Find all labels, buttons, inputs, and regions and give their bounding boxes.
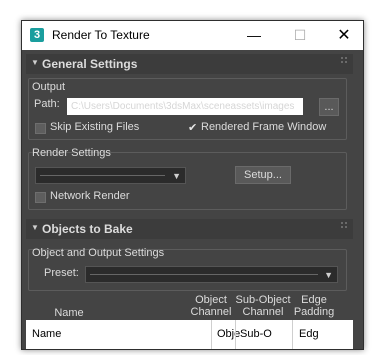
path-input[interactable]: C:\Users\Documents\3dsMax\sceneassets\im… (67, 98, 303, 115)
column-divider (292, 320, 293, 349)
objects-to-bake-rollout-header[interactable]: ▼ Objects to Bake (26, 219, 353, 239)
dropdown-empty-value (90, 274, 318, 275)
render-settings-group-label: Render Settings (32, 147, 111, 159)
dropdown-arrow-icon: ▼ (172, 171, 181, 181)
render-preset-dropdown[interactable]: ▼ (35, 167, 186, 184)
column-header-object-channel[interactable]: Object Channel (188, 294, 234, 318)
column-header-object-channel-line2: Channel (190, 306, 232, 318)
app-3dsmax-icon: 3 (30, 28, 44, 42)
column-header-edge-padding-line1: Edge (301, 294, 327, 306)
output-group-label: Output (32, 81, 66, 93)
rollout-grip-icon[interactable] (341, 57, 347, 63)
minimize-button[interactable]: — (232, 21, 276, 50)
network-render-checkbox[interactable] (35, 192, 46, 203)
column-header-subobject-channel[interactable]: Sub-Object Channel (234, 294, 292, 318)
general-settings-title: General Settings (42, 57, 138, 71)
rendered-frame-window-checkbox[interactable]: ✔ (188, 121, 197, 134)
path-label: Path: (34, 98, 60, 110)
dropdown-arrow-icon: ▼ (324, 270, 333, 280)
collapse-arrow-icon: ▼ (31, 223, 39, 232)
column-header-name[interactable]: Name (54, 307, 84, 319)
browse-path-button[interactable]: ... (319, 98, 339, 116)
skip-existing-files-checkbox[interactable] (35, 123, 46, 134)
skip-existing-files-label: Skip Existing Files (50, 121, 140, 133)
maximize-button[interactable]: ☐ (278, 21, 322, 50)
collapse-arrow-icon: ▼ (31, 58, 39, 67)
column-header-subobject-channel-line1: Sub-Object (235, 294, 291, 306)
column-divider (211, 320, 212, 349)
render-to-texture-window: 3 Render To Texture — ☐ ✕ ▼ General Sett… (21, 20, 364, 350)
general-settings-rollout-header[interactable]: ▼ General Settings (26, 54, 353, 74)
window-title: Render To Texture (52, 28, 150, 42)
row-name-cell[interactable]: Name (32, 328, 182, 340)
objects-to-bake-title: Objects to Bake (42, 222, 133, 236)
column-header-object-channel-line1: Object (195, 294, 227, 306)
row-subobject-channel-cell[interactable]: Sub-O (240, 328, 285, 340)
column-header-edge-padding[interactable]: Edge Padding (292, 294, 336, 318)
objects-table[interactable]: Name Obje Sub-O Edg (26, 320, 353, 349)
row-edge-padding-cell[interactable]: Edg (299, 328, 339, 340)
close-button[interactable]: ✕ (322, 21, 363, 50)
column-header-edge-padding-line2: Padding (293, 306, 335, 318)
setup-button[interactable]: Setup... (235, 166, 291, 184)
rollout-grip-icon[interactable] (341, 222, 347, 228)
object-output-settings-label: Object and Output Settings (32, 247, 165, 259)
preset-label: Preset: (44, 267, 79, 279)
network-render-label: Network Render (50, 190, 130, 202)
dropdown-empty-value (40, 175, 165, 176)
column-divider (235, 320, 236, 349)
title-bar[interactable]: 3 Render To Texture — ☐ ✕ (22, 21, 363, 50)
rendered-frame-window-label: Rendered Frame Window (201, 121, 327, 133)
column-header-subobject-channel-line2: Channel (242, 306, 284, 318)
preset-dropdown[interactable]: ▼ (85, 266, 338, 283)
